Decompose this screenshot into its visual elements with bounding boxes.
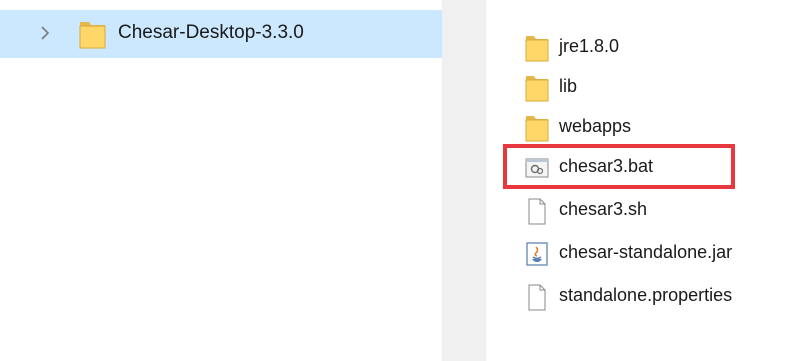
file-row-chesar3-bat[interactable]: chesar3.bat — [486, 150, 791, 184]
chevron-right-icon[interactable] — [39, 23, 53, 43]
file-row-webapps[interactable]: webapps — [486, 110, 791, 144]
folder-icon — [524, 34, 550, 62]
navigation-pane: Chesar-Desktop-3.3.0 — [0, 0, 442, 361]
file-row-chesar3-sh[interactable]: chesar3.sh — [486, 193, 791, 227]
pane-divider — [442, 0, 486, 361]
file-row-chesar-standalone-jar[interactable]: chesar-standalone.jar — [486, 236, 791, 270]
folder-icon — [79, 19, 106, 49]
file-name: lib — [559, 76, 578, 96]
document-icon — [524, 197, 550, 225]
file-name: standalone.properties — [559, 285, 733, 305]
batch-file-icon — [524, 154, 550, 182]
folder-icon — [524, 74, 550, 102]
file-name: chesar-standalone.jar — [559, 242, 733, 262]
nav-tree-item-chesar-desktop[interactable]: Chesar-Desktop-3.3.0 — [0, 10, 442, 58]
file-name: jre1.8.0 — [559, 36, 620, 56]
folder-icon — [524, 114, 550, 142]
file-list: jre1.8.0 lib webapps chesar3.bat chesar3… — [486, 0, 791, 361]
document-icon — [524, 283, 550, 311]
file-name: chesar3.sh — [559, 199, 648, 219]
java-jar-icon — [524, 240, 550, 268]
file-row-standalone-properties[interactable]: standalone.properties — [486, 279, 791, 313]
file-name: chesar3.bat — [559, 156, 654, 176]
file-name: webapps — [559, 116, 632, 136]
file-row-lib[interactable]: lib — [486, 70, 791, 104]
nav-tree-item-label: Chesar-Desktop-3.3.0 — [118, 22, 304, 43]
file-row-jre[interactable]: jre1.8.0 — [486, 30, 791, 64]
